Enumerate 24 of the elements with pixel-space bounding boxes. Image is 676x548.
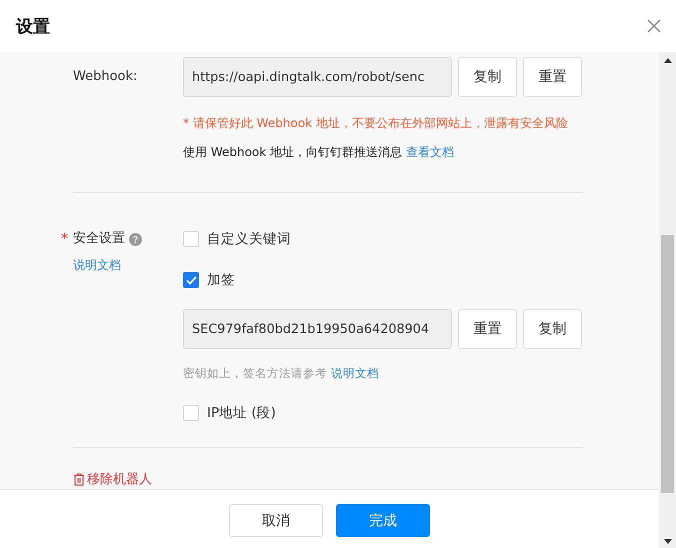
scrollbar[interactable] [659, 52, 676, 548]
cancel-button[interactable]: 取消 [229, 504, 323, 537]
trash-icon [73, 472, 85, 486]
checkbox-option[interactable]: 自定义关键词 [183, 229, 583, 249]
webhook-action-button[interactable]: 重置 [523, 57, 582, 97]
secret-field[interactable]: SEC979faf80bd21b19950a64208904 [183, 309, 452, 349]
checkbox[interactable] [183, 272, 199, 288]
secret-action-button[interactable]: 复制 [523, 309, 582, 349]
webhook-label: Webhook: [73, 68, 138, 86]
webhook-action-button[interactable]: 复制 [458, 57, 517, 97]
secret-action-button[interactable]: 重置 [458, 309, 517, 349]
checkbox-option[interactable]: 加签 [183, 270, 583, 290]
scroll-down-arrow-icon[interactable] [664, 539, 672, 544]
warning-text: * 请保管好此 Webhook 地址，不要公布在外部网站上，泄露有安全风险 [183, 115, 569, 132]
checkbox-option[interactable]: IP地址 (段) [183, 403, 583, 423]
close-button[interactable] [646, 18, 662, 34]
required-mark: * [61, 231, 69, 247]
secret-hint: 密钥如上，签名方法请参考 说明文档 [183, 366, 380, 381]
info-text: 使用 Webhook 地址，向钉钉群推送消息 查看文档 [183, 144, 456, 161]
security-label: 安全设置 [73, 230, 125, 248]
scroll-up-arrow-icon[interactable] [664, 58, 672, 63]
dialog-title: 设置 [16, 16, 50, 38]
help-icon[interactable] [129, 232, 142, 246]
webhook-field[interactable]: https://oapi.dingtalk.com/robot/senc [183, 57, 452, 97]
